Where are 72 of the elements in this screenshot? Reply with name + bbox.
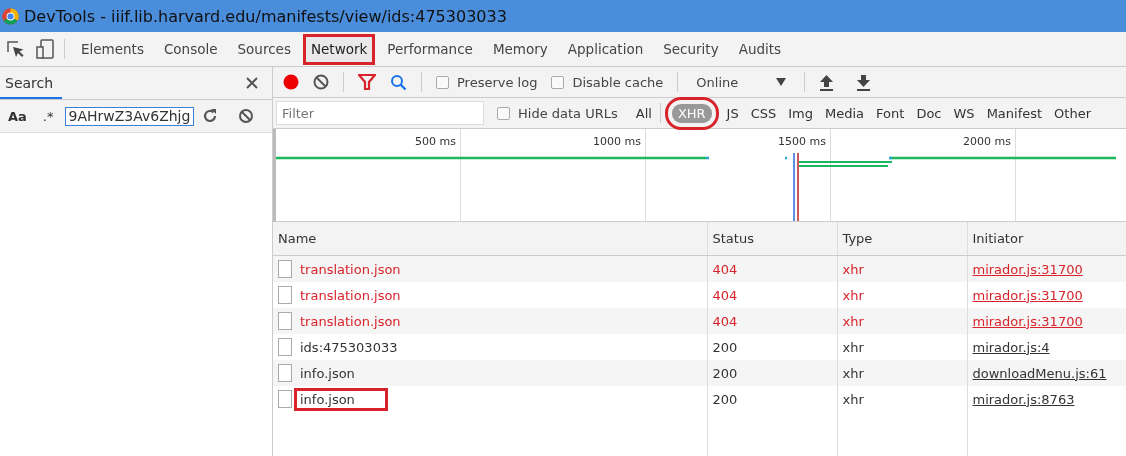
panel-tab[interactable]: Audits [730,33,790,65]
file-icon [278,338,292,356]
disable-cache-checkbox[interactable]: Disable cache [551,74,664,90]
browser-logo-icon [2,7,19,25]
type-cell: xhr [837,360,967,386]
record-icon[interactable] [283,74,299,90]
file-icon [278,312,292,330]
panel-tab[interactable]: Sources [229,33,299,65]
type-cell: xhr [837,255,967,282]
clear-icon[interactable] [313,74,329,90]
status-cell: 200 [707,360,837,386]
resource-type-filter[interactable]: Doc [910,103,948,123]
window-title: DevTools - iiif.lib.harvard.edu/manifests/view/ids:475303033 [24,6,507,26]
file-icon [278,390,292,408]
column-header[interactable]: Status [707,222,837,256]
search-field[interactable]: 9AHrwZ3Av6Zhjg [65,106,195,126]
dropdown-arrow-icon [776,78,787,86]
timeline-tick-label: 1500 ms [778,135,826,149]
resource-type-filter[interactable]: CSS [744,103,783,123]
clear-icon[interactable] [238,108,255,124]
column-header[interactable]: Type [837,222,967,256]
resource-type-filter[interactable]: Media [819,103,871,123]
panel-tab[interactable]: Memory [484,33,556,65]
file-icon [278,286,292,304]
match-case-button[interactable]: Aa [4,108,31,124]
device-toggle-icon[interactable] [36,39,54,59]
status-cell: 404 [707,255,837,282]
file-icon [278,364,292,382]
resource-type-filter[interactable]: WS [947,103,981,123]
type-cell: xhr [837,308,967,334]
resource-type-filter[interactable]: All [629,103,658,123]
panel-tab[interactable]: Elements [73,33,152,65]
timeline-tick-label: 500 ms [415,135,456,149]
upload-icon[interactable] [819,73,835,91]
resource-type-filter[interactable]: Manifest [980,103,1049,123]
search-icon[interactable] [390,73,407,91]
request-name[interactable]: info.json [300,365,355,381]
initiator-link[interactable]: mirador.js:8763 [972,391,1075,407]
initiator-link[interactable]: mirador.js:31700 [972,287,1083,303]
timeline-tick-label: 1000 ms [593,135,641,149]
panel-tab[interactable]: Console [155,33,226,65]
close-icon[interactable] [246,77,258,89]
request-name[interactable]: ids:475303033 [300,339,398,355]
regex-button[interactable]: .* [38,108,58,124]
preserve-log-checkbox[interactable]: Preserve log [436,74,538,90]
refresh-icon[interactable] [202,108,219,124]
initiator-link[interactable]: mirador.js:4 [972,339,1050,355]
status-cell: 404 [707,308,837,334]
request-name[interactable]: info.json [294,387,388,411]
panel-tab[interactable]: Network [302,33,376,65]
request-name[interactable]: translation.json [300,261,401,277]
panel-tab[interactable]: Security [655,33,727,65]
filter-field[interactable]: Filter [276,101,484,126]
download-icon[interactable] [856,73,872,91]
resource-type-filter[interactable]: Font [870,103,911,123]
file-icon [278,260,292,278]
throttling-dropdown[interactable]: Online [692,74,791,90]
panel-tab[interactable]: Performance [379,33,481,65]
resource-type-filter[interactable]: Other [1048,103,1098,123]
request-name[interactable]: translation.json [300,287,401,303]
type-cell: xhr [837,386,967,412]
resource-type-filter[interactable]: JS [720,103,745,123]
request-name[interactable]: translation.json [300,313,401,329]
column-header[interactable]: Name [273,222,707,256]
inspect-cursor-icon[interactable] [6,40,24,58]
resource-type-filter[interactable]: Img [782,103,820,123]
column-header[interactable]: Initiator [967,222,1126,256]
filter-icon[interactable] [358,74,376,90]
panel-tab[interactable]: Application [559,33,652,65]
hide-data-urls-checkbox[interactable]: Hide data URLs [497,105,618,121]
timeline-tick-label: 2000 ms [963,135,1011,149]
status-cell: 200 [707,386,837,412]
